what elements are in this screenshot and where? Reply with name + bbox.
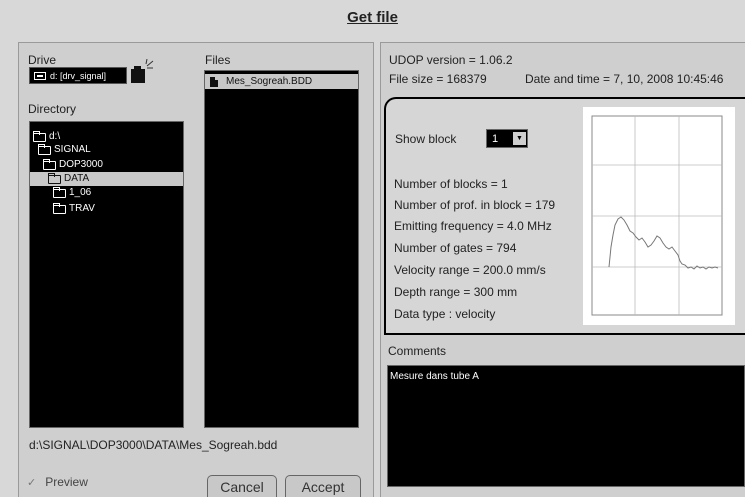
directory-item-label: SIGNAL (54, 144, 91, 155)
directory-item[interactable]: d:\ (33, 130, 60, 144)
folder-open-icon (38, 143, 51, 155)
preview-label: Preview (45, 475, 88, 489)
velocity-profile-plot (583, 107, 735, 325)
stat-velocity-range: Velocity range = 200.0 mm/s (394, 263, 546, 277)
folder-open-icon (43, 158, 56, 170)
directory-item[interactable]: DOP3000 (43, 158, 103, 172)
check-icon: ✓ (27, 476, 37, 489)
stat-number-of-blocks: Number of blocks = 1 (394, 177, 508, 191)
directory-item-label: TRAV (69, 203, 95, 214)
folder-icon (53, 202, 66, 214)
drive-value: d: [drv_signal] (50, 70, 107, 81)
directory-item[interactable]: DATA (30, 172, 183, 186)
udop-version: UDOP version = 1.06.2 (389, 53, 513, 67)
folder-open-icon (48, 172, 61, 184)
stat-number-of-gates: Number of gates = 794 (394, 241, 517, 255)
block-select-value: 1 (489, 131, 511, 146)
comments-textarea[interactable]: Mesure dans tube A (387, 365, 745, 487)
date-time: Date and time = 7, 10, 2008 10:45:46 (525, 72, 724, 86)
preview-checkbox[interactable]: ✓ Preview (27, 475, 88, 489)
directory-tree[interactable]: d:\ SIGNAL DOP3000 DATA 1_06 TRAV (29, 121, 184, 428)
folder-icon (53, 186, 66, 198)
stat-profiles-in-block: Number of prof. in block = 179 (394, 198, 556, 212)
stat-depth-range: Depth range = 300 mm (394, 285, 518, 299)
network-drive-icon[interactable] (130, 59, 154, 85)
folder-open-icon (33, 130, 46, 142)
directory-item-label: DOP3000 (59, 159, 103, 170)
files-label: Files (205, 53, 231, 67)
cancel-button[interactable]: Cancel (207, 475, 277, 497)
directory-item-label: DATA (64, 173, 90, 184)
directory-label: Directory (28, 102, 77, 116)
drive-label: Drive (28, 53, 57, 67)
show-block-label: Show block (395, 132, 457, 146)
block-select[interactable]: 1 ▼ (486, 129, 528, 148)
accept-button[interactable]: Accept (285, 475, 361, 497)
comments-label: Comments (388, 344, 447, 358)
selected-path: d:\SIGNAL\DOP3000\DATA\Mes_Sogreah.bdd (29, 438, 278, 452)
chevron-down-icon[interactable]: ▼ (513, 132, 526, 145)
drive-icon (34, 71, 46, 80)
file-name: Mes_Sogreah.BDD (226, 76, 313, 87)
stat-emitting-frequency: Emitting frequency = 4.0 MHz (394, 219, 552, 233)
dialog-title: Get file (347, 9, 398, 26)
directory-item[interactable]: 1_06 (53, 186, 91, 200)
stat-data-type: Data type : velocity (394, 307, 496, 321)
files-list[interactable]: Mes_Sogreah.BDD (204, 70, 359, 428)
directory-item-label: 1_06 (69, 187, 92, 198)
list-item[interactable]: Mes_Sogreah.BDD (205, 74, 358, 89)
file-size: File size = 168379 (389, 72, 487, 86)
directory-item-label: d:\ (49, 131, 61, 142)
directory-item[interactable]: TRAV (53, 202, 95, 216)
drive-select[interactable]: d: [drv_signal] (29, 67, 127, 84)
directory-item[interactable]: SIGNAL (38, 143, 91, 157)
file-icon (210, 76, 218, 87)
